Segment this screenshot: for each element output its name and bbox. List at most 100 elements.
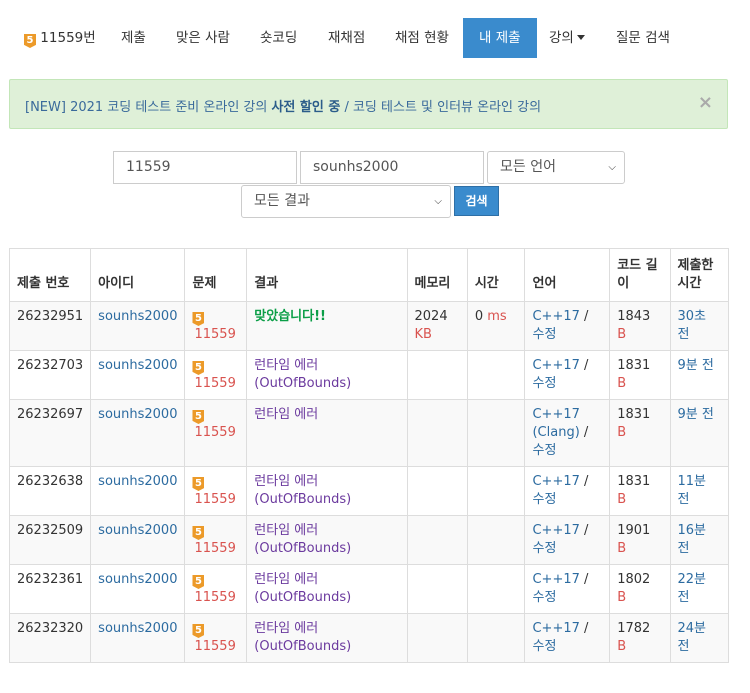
col-submitted-at: 제출한 시간 [669,248,729,302]
language-link[interactable]: C++17 [532,309,579,324]
problem-link[interactable]: 11559 [194,425,235,440]
code-length-value: 1802 [617,572,651,587]
nav-my-submissions[interactable]: 내 제출 [463,18,537,58]
edit-link[interactable]: 수정 [532,443,556,458]
time-unit: ms [487,309,507,324]
chevron-down-icon: ⌵ [608,162,616,173]
submission-id: 26232638 [8,466,92,516]
result-select[interactable]: 모든 결과 ⌵ [241,185,451,218]
code-length-unit: B [617,327,627,342]
submitted-time-link[interactable]: 22분 전 [678,572,707,605]
language-link[interactable]: C++17 [532,523,579,538]
code-length-unit: B [617,492,627,507]
col-memory: 메모리 [406,248,468,302]
user-link[interactable]: sounhs2000 [98,358,177,373]
submitted-time-link[interactable]: 9분 전 [678,358,714,373]
level-badge-icon: 5 [192,477,205,491]
problem-cell: 5 11559 [184,564,248,614]
submitted-time-link[interactable]: 11분 전 [678,474,707,507]
submission-id: 26232951 [8,301,92,351]
code-length-unit: B [617,425,627,440]
edit-link[interactable]: 수정 [532,376,556,391]
col-code-length: 코드 길이 [609,248,671,302]
alert-link-2[interactable]: / 코딩 테스트 및 인터뷰 온라인 강의 [340,100,541,115]
user-link[interactable]: sounhs2000 [98,309,177,324]
problem-id-input[interactable]: 11559 [113,151,297,184]
col-user: 아이디 [90,248,186,302]
code-length-unit: B [617,376,627,391]
edit-link[interactable]: 수정 [532,327,556,342]
user-link[interactable]: sounhs2000 [98,474,177,489]
col-submission-id: 제출 번호 [8,248,92,302]
alert-text: [NEW] 2021 코딩 테스트 준비 온라인 강의 사전 할인 중 / 코딩… [25,96,541,115]
code-length-value: 1782 [617,621,651,636]
user-link[interactable]: sounhs2000 [98,407,177,422]
table-row: 26232703 sounhs2000 5 11559 런타임 에러 (OutOfBou… [8,350,729,400]
problem-link[interactable]: 11559 [194,327,235,342]
table-row: 26232320 sounhs2000 5 11559 런타임 에러 (OutOfBou… [8,613,729,663]
status-table: 제출 번호 아이디 문제 결과 메모리 시간 언어 코드 길이 제출한 시간 2… [8,248,729,663]
problem-link[interactable]: 11559 [194,541,235,556]
code-length-value: 1831 [617,407,651,422]
table-row: 26232951 sounhs2000 5 11559 맞았습니다!! 2024 KB 0 m… [8,301,729,351]
edit-link[interactable]: 수정 [532,639,556,654]
language-select[interactable]: 모든 언어 ⌵ [487,151,625,184]
language-link[interactable]: C++17 [532,572,579,587]
code-length-value: 1831 [617,358,651,373]
submitted-time-link[interactable]: 16분 전 [678,523,707,556]
nav-submit[interactable]: 제출 [121,18,146,58]
nav-correct-users[interactable]: 맞은 사람 [176,18,230,58]
user-link[interactable]: sounhs2000 [98,572,177,587]
table-header-row: 제출 번호 아이디 문제 결과 메모리 시간 언어 코드 길이 제출한 시간 [8,248,729,302]
language-link[interactable]: C++17 (Clang) [532,407,579,440]
code-length-unit: B [617,541,627,556]
submission-id: 26232703 [8,350,92,400]
submitted-time-link[interactable]: 30초 전 [678,309,707,342]
problem-cell: 5 11559 [184,350,248,400]
problem-link[interactable]: 11559 [194,376,235,391]
edit-link[interactable]: 수정 [532,541,556,556]
memory-unit: KB [414,327,432,342]
problem-cell: 5 11559 [184,399,248,467]
level-badge-icon: 5 [192,361,205,375]
level-badge-icon: 5 [192,312,205,326]
user-link[interactable]: sounhs2000 [98,523,177,538]
submitted-time-link[interactable]: 24분 전 [678,621,707,654]
nav-lectures[interactable]: 강의 [549,18,585,58]
user-id-input[interactable]: sounhs2000 [300,151,484,184]
level-badge-icon: 5 [192,526,205,540]
table-row: 26232361 sounhs2000 5 11559 런타임 에러 (OutOfBou… [8,564,729,614]
problem-cell: 5 11559 [184,466,248,516]
submission-id: 26232509 [8,515,92,565]
alert-link-1[interactable]: [NEW] 2021 코딩 테스트 준비 온라인 강의 [25,100,271,115]
problem-link[interactable]: 11559 [194,492,235,507]
language-link[interactable]: C++17 [532,358,579,373]
edit-link[interactable]: 수정 [532,492,556,507]
nav-problem[interactable]: 5 11559번 [24,18,96,58]
close-icon[interactable]: × [698,92,713,113]
alert-bold[interactable]: 사전 할인 중 [271,100,340,115]
level-badge-icon: 5 [192,624,205,638]
problem-link[interactable]: 11559 [194,590,235,605]
submission-id: 26232697 [8,399,92,467]
result-text: 런타임 에러 [254,407,319,422]
problem-link[interactable]: 11559 [194,639,235,654]
submitted-time-link[interactable]: 9분 전 [678,407,714,422]
nav-short-coding[interactable]: 숏코딩 [260,18,297,58]
level-badge-icon: 5 [192,575,205,589]
language-link[interactable]: C++17 [532,621,579,636]
chevron-down-icon: ⌵ [434,196,442,207]
col-result: 결과 [246,248,408,302]
problem-cell: 5 11559 [184,301,248,351]
edit-link[interactable]: 수정 [532,590,556,605]
code-length-unit: B [617,639,627,654]
language-link[interactable]: C++17 [532,474,579,489]
search-button[interactable]: 검색 [454,186,499,216]
nav-question-search[interactable]: 질문 검색 [616,18,670,58]
nav-rejudge[interactable]: 재채점 [328,18,365,58]
table-row: 26232509 sounhs2000 5 11559 런타임 에러 (OutOfBou… [8,515,729,565]
nav-status[interactable]: 채점 현황 [395,18,449,58]
problem-cell: 5 11559 [184,613,248,663]
table-row: 26232638 sounhs2000 5 11559 런타임 에러 (OutOfBou… [8,466,729,516]
user-link[interactable]: sounhs2000 [98,621,177,636]
